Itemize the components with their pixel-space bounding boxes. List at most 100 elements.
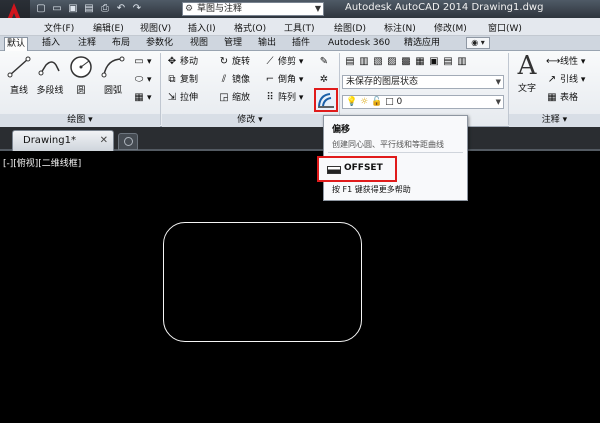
mirror-tool-button[interactable]: ⫽ 镜像 — [218, 73, 250, 88]
draw-panel-title[interactable]: 绘图 ▾ — [0, 114, 160, 127]
offset-tooltip: 偏移 创建同心圆、平行线和等距曲线 OFFSET 按 F1 键获得更多帮助 — [317, 115, 468, 201]
line-label: 直线 — [9, 86, 28, 96]
tab-manage[interactable]: 管理 — [222, 37, 244, 51]
trim-icon: ⟋ — [266, 55, 274, 67]
explode-tool-button[interactable]: ✲ — [318, 73, 332, 88]
menu-draw[interactable]: 绘图(D) — [334, 21, 366, 34]
tab-layout[interactable]: 布局 — [110, 37, 132, 51]
layer-properties-icon: ▤ — [345, 55, 355, 67]
copy-tool-button[interactable]: ⧉ 复制 — [166, 73, 198, 88]
modify-panel-title[interactable]: 修改 ▾ — [162, 114, 338, 127]
close-icon[interactable]: ✕ — [100, 131, 108, 150]
hatch-icon: ▦ — [134, 91, 144, 103]
leader-icon: ↗ — [547, 73, 557, 85]
hatch-tool-button[interactable]: ▦ ▾ — [133, 91, 151, 106]
annotation-panel-title[interactable]: 注释 ▾ — [509, 114, 600, 127]
tab-parametric[interactable]: 参数化 — [144, 37, 175, 51]
document-tab[interactable]: Drawing1* ✕ — [12, 130, 114, 151]
menu-bar: 文件(F) 编辑(E) 视图(V) 插入(I) 格式(O) 工具(T) 绘图(D… — [0, 18, 600, 36]
rectangle-icon: ▭ — [134, 55, 144, 67]
move-icon: ✥ — [167, 55, 177, 67]
array-icon: ⠿ — [266, 91, 274, 103]
rotate-icon: ↻ — [219, 55, 229, 67]
polyline-tool-button[interactable]: 多段线 — [34, 55, 66, 96]
rotate-tool-button[interactable]: ↻ 旋转 — [218, 55, 250, 70]
polyline-label: 多段线 — [36, 86, 64, 96]
rectangle-tool-button[interactable]: ▭ ▾ — [133, 55, 151, 70]
layer-walk-icon: ▤ — [443, 55, 453, 67]
table-icon: ▦ — [547, 91, 557, 103]
tab-view[interactable]: 视图 — [188, 37, 210, 51]
menu-window[interactable]: 窗口(W) — [488, 21, 522, 34]
polyline-icon — [38, 61, 60, 76]
tab-autodesk360[interactable]: Autodesk 360 — [326, 37, 392, 51]
tab-output[interactable]: 输出 — [256, 37, 278, 51]
tab-featured-apps[interactable]: 精选应用 — [402, 37, 442, 51]
chevron-down-icon: ▼ — [314, 4, 321, 13]
current-layer-dropdown[interactable]: 💡 ☼ 🔓 □ 0 ▼ — [342, 95, 504, 109]
tooltip-command: OFFSET — [317, 156, 397, 182]
menu-modify[interactable]: 修改(M) — [434, 21, 467, 34]
move-tool-button[interactable]: ✥ 移动 — [166, 55, 198, 70]
tooltip-description: 创建同心圆、平行线和等距曲线 — [332, 140, 444, 149]
linear-dimension-button[interactable]: ⟷线性 ▾ — [546, 55, 585, 70]
saveas-icon[interactable]: ▤ — [82, 2, 96, 16]
fillet-icon: ⌐ — [265, 73, 275, 85]
plot-icon[interactable]: ⎙ — [98, 2, 112, 16]
fillet-tool-button[interactable]: ⌐ 倒角 ▾ — [264, 73, 304, 88]
explode-icon: ✲ — [319, 73, 329, 85]
viewport-controls[interactable]: [-][俯视][二维线框] — [3, 156, 81, 169]
layer-lock-icon: ▣ — [429, 55, 439, 67]
workspace-selector[interactable]: ⚙ 草图与注释 ▼ — [182, 2, 324, 16]
linear-dimension-icon: ⟷ — [546, 55, 561, 67]
layer-properties-button[interactable]: ▤ ▥ ▧ ▨ ▩ ▦ ▣ ▤ ▥ — [344, 55, 470, 70]
text-a-icon: A — [517, 51, 537, 81]
ribbon-minimize-button[interactable]: ◉ ▾ — [466, 37, 490, 49]
title-bar: ▢ ▭ ▣ ▤ ⎙ ↶ ↷ ⚙ 草图与注释 ▼ Autodesk AutoCAD… — [0, 0, 600, 36]
scale-tool-button[interactable]: ◲ 缩放 — [218, 91, 250, 106]
text-tool-button[interactable]: A 文字 — [512, 53, 542, 94]
menu-format[interactable]: 格式(O) — [234, 21, 266, 34]
erase-tool-button[interactable]: ✎ — [318, 55, 332, 70]
menu-insert[interactable]: 插入(I) — [188, 21, 216, 34]
line-tool-button[interactable]: 直线 — [4, 55, 34, 96]
offset-tool-button[interactable] — [314, 88, 338, 112]
table-button[interactable]: ▦ 表格 — [546, 91, 578, 106]
undo-icon[interactable]: ↶ — [114, 2, 128, 16]
arc-tool-button[interactable]: 圆弧 — [98, 55, 128, 96]
tab-annotate[interactable]: 注释 — [76, 37, 98, 51]
ellipse-tool-button[interactable]: ⬭ ▾ — [133, 73, 152, 88]
tooltip-divider — [328, 152, 463, 153]
tab-home[interactable]: 默认 — [4, 37, 29, 51]
menu-tools[interactable]: 工具(T) — [284, 21, 315, 34]
new-icon[interactable]: ▢ — [34, 2, 48, 16]
menu-dimension[interactable]: 标注(N) — [384, 21, 416, 34]
stretch-tool-button[interactable]: ⇲ 拉伸 — [166, 91, 198, 106]
rounded-rectangle-drawing[interactable] — [163, 222, 362, 342]
layer-state-dropdown[interactable]: 未保存的图层状态 ▼ — [342, 75, 504, 89]
leader-button[interactable]: ↗ 引线 ▾ — [546, 73, 586, 88]
trim-tool-button[interactable]: ⟋ 修剪 ▾ — [264, 55, 304, 70]
new-drawing-tab[interactable] — [118, 133, 138, 150]
save-icon[interactable]: ▣ — [66, 2, 80, 16]
open-icon[interactable]: ▭ — [50, 2, 64, 16]
tab-insert[interactable]: 插入 — [40, 37, 62, 51]
chevron-down-icon: ▼ — [495, 78, 501, 86]
redo-icon[interactable]: ↷ — [130, 2, 144, 16]
stretch-icon: ⇲ — [167, 91, 177, 103]
circle-icon — [70, 56, 92, 78]
circle-label: 圆 — [76, 86, 86, 96]
circle-tool-button[interactable]: 圆 — [68, 55, 94, 96]
mirror-icon: ⫽ — [221, 73, 227, 85]
ellipse-icon: ⬭ — [134, 73, 144, 85]
layer-off-icon: ▩ — [401, 55, 411, 67]
layer-match-icon: ▧ — [373, 55, 383, 67]
plus-icon — [124, 137, 133, 146]
scale-icon: ◲ — [219, 91, 229, 103]
menu-view[interactable]: 视图(V) — [140, 21, 171, 34]
tooltip-help: 按 F1 键获得更多帮助 — [332, 185, 411, 194]
tab-addins[interactable]: 插件 — [290, 37, 312, 51]
menu-edit[interactable]: 编辑(E) — [93, 21, 124, 34]
array-tool-button[interactable]: ⠿ 阵列 ▾ — [264, 91, 303, 106]
menu-file[interactable]: 文件(F) — [44, 21, 74, 34]
